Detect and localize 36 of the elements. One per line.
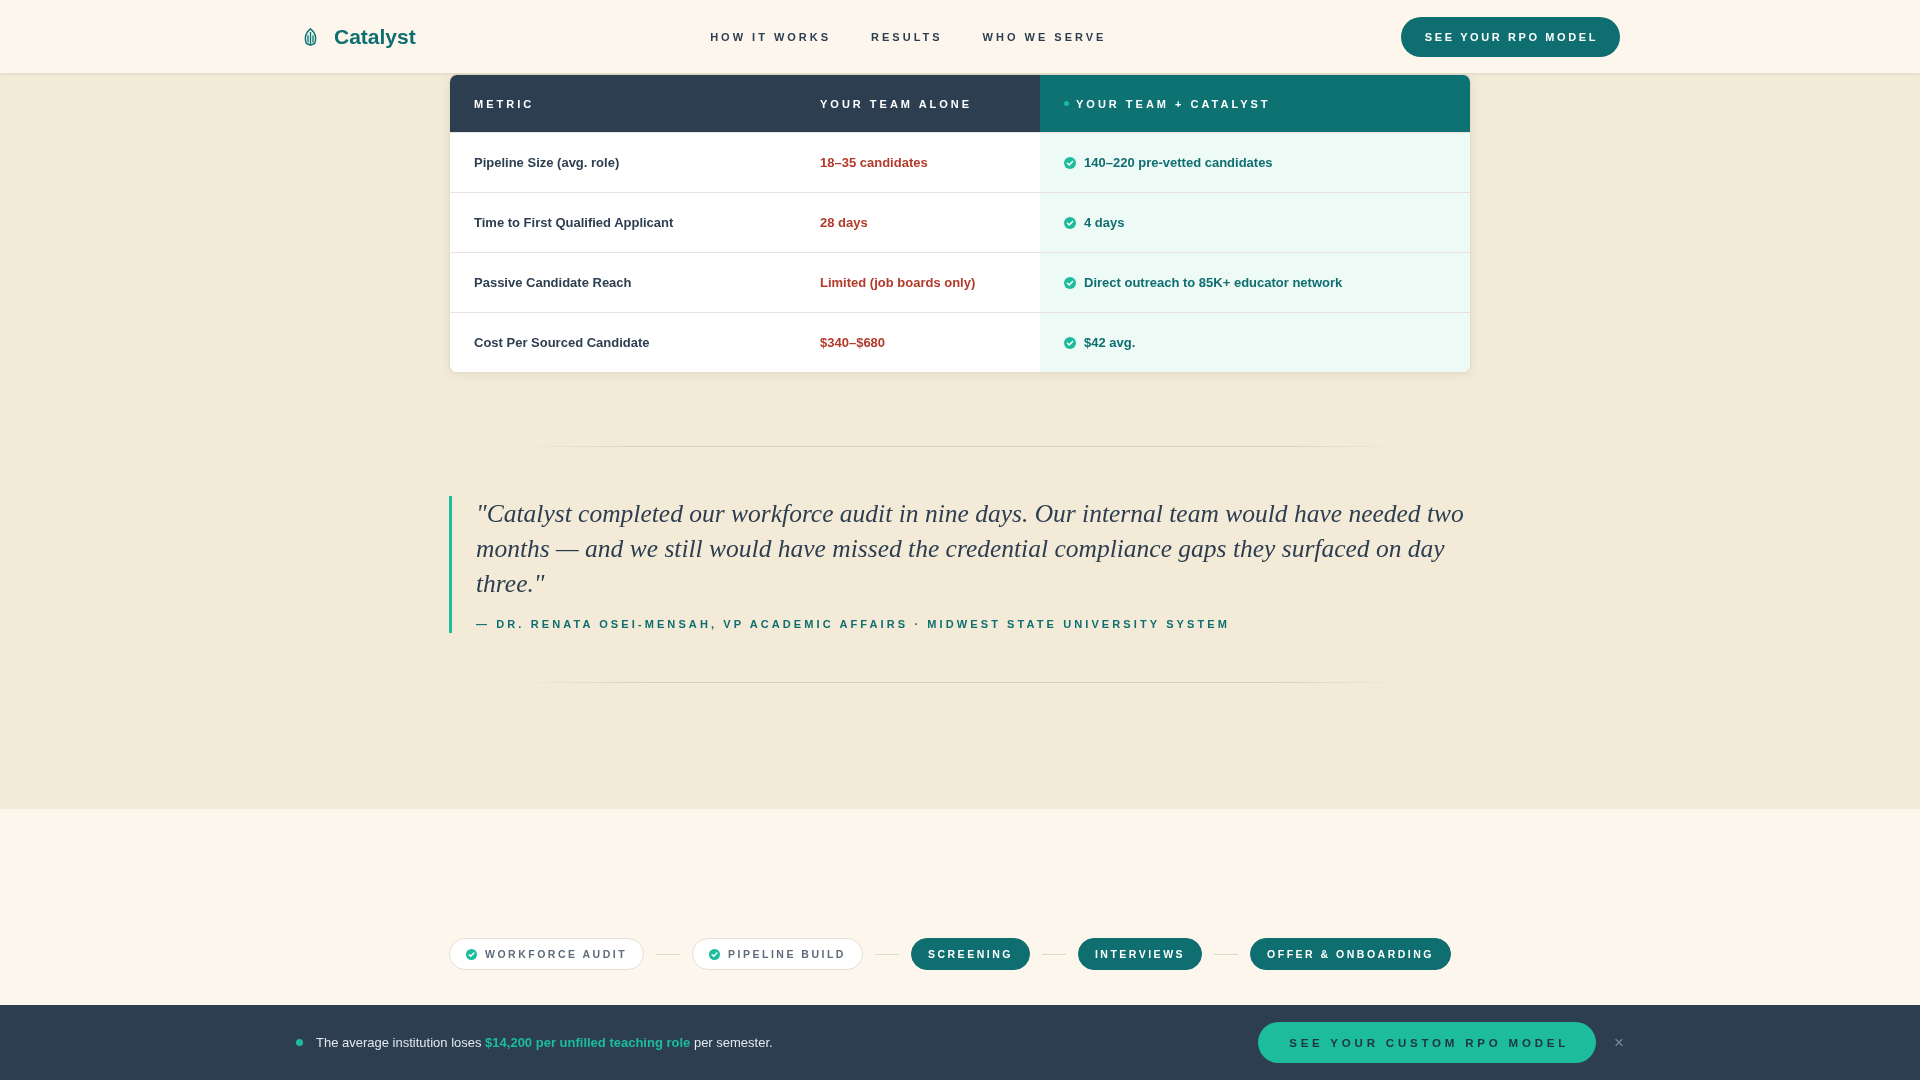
step-pill[interactable]: WORKFORCE AUDIT xyxy=(449,938,645,970)
table-cell: Passive Candidate Reach xyxy=(450,252,796,312)
cell-text: 4 days xyxy=(1084,215,1125,230)
nav-link[interactable]: WHO WE SERVE xyxy=(982,30,1107,43)
check-icon xyxy=(1064,336,1076,349)
brand-name: Catalyst xyxy=(334,24,416,49)
close-button[interactable]: × xyxy=(1614,1034,1624,1051)
cell-text: Direct outreach to 85K+ educator network xyxy=(1084,275,1343,290)
step-pill[interactable]: INTERVIEWS xyxy=(1077,938,1203,970)
banner-cta-button[interactable]: SEE YOUR CUSTOM RPO MODEL xyxy=(1258,1022,1597,1063)
leaf-icon xyxy=(303,27,318,46)
cell-text: $42 avg. xyxy=(1084,335,1136,350)
quote-attribution: — DR. RENATA OSEI-MENSAH, VP ACADEMIC AFFAIRS · MIDWEST STATE UNIVERSITY SYSTEM xyxy=(476,617,1231,631)
check-icon xyxy=(709,948,721,960)
column-header-label: YOUR TEAM + CATALYST xyxy=(1076,97,1271,110)
column-header: YOUR TEAM ALONE xyxy=(796,75,1040,132)
table-cell: $340–$680 xyxy=(796,312,1040,372)
table-cell: Time to First Qualified Applicant xyxy=(450,192,796,252)
nav-link[interactable]: HOW IT WORKS xyxy=(710,30,832,43)
step-pill[interactable]: SCREENING xyxy=(910,938,1030,970)
column-header: METRIC xyxy=(450,75,796,132)
header-cta-button[interactable]: SEE YOUR RPO MODEL xyxy=(1400,16,1620,57)
banner-message: The average institution loses $14,200 per unfilled teaching role per semester. xyxy=(316,1035,773,1050)
dot-icon xyxy=(1064,101,1069,106)
check-icon xyxy=(1064,276,1076,289)
table-cell: Cost Per Sourced Candidate xyxy=(450,312,796,372)
check-icon xyxy=(1064,216,1076,229)
step-pill[interactable]: PIPELINE BUILD xyxy=(692,938,863,970)
table-cell: Pipeline Size (avg. role) xyxy=(450,132,796,192)
testimonial-quote: "Catalyst completed our workforce audit in nine days. Our internal team would have needed two months — and we still would have missed the credential compliance gaps they surfaced on day three." xyxy=(476,498,1465,600)
step-pill[interactable]: OFFER & ONBOARDING xyxy=(1250,938,1451,970)
cell-text: 140–220 pre-vetted candidates xyxy=(1084,155,1273,170)
dot-icon xyxy=(296,1039,303,1046)
check-icon xyxy=(1064,156,1076,169)
check-icon xyxy=(466,948,477,960)
nav-link[interactable]: RESULTS xyxy=(871,30,943,43)
